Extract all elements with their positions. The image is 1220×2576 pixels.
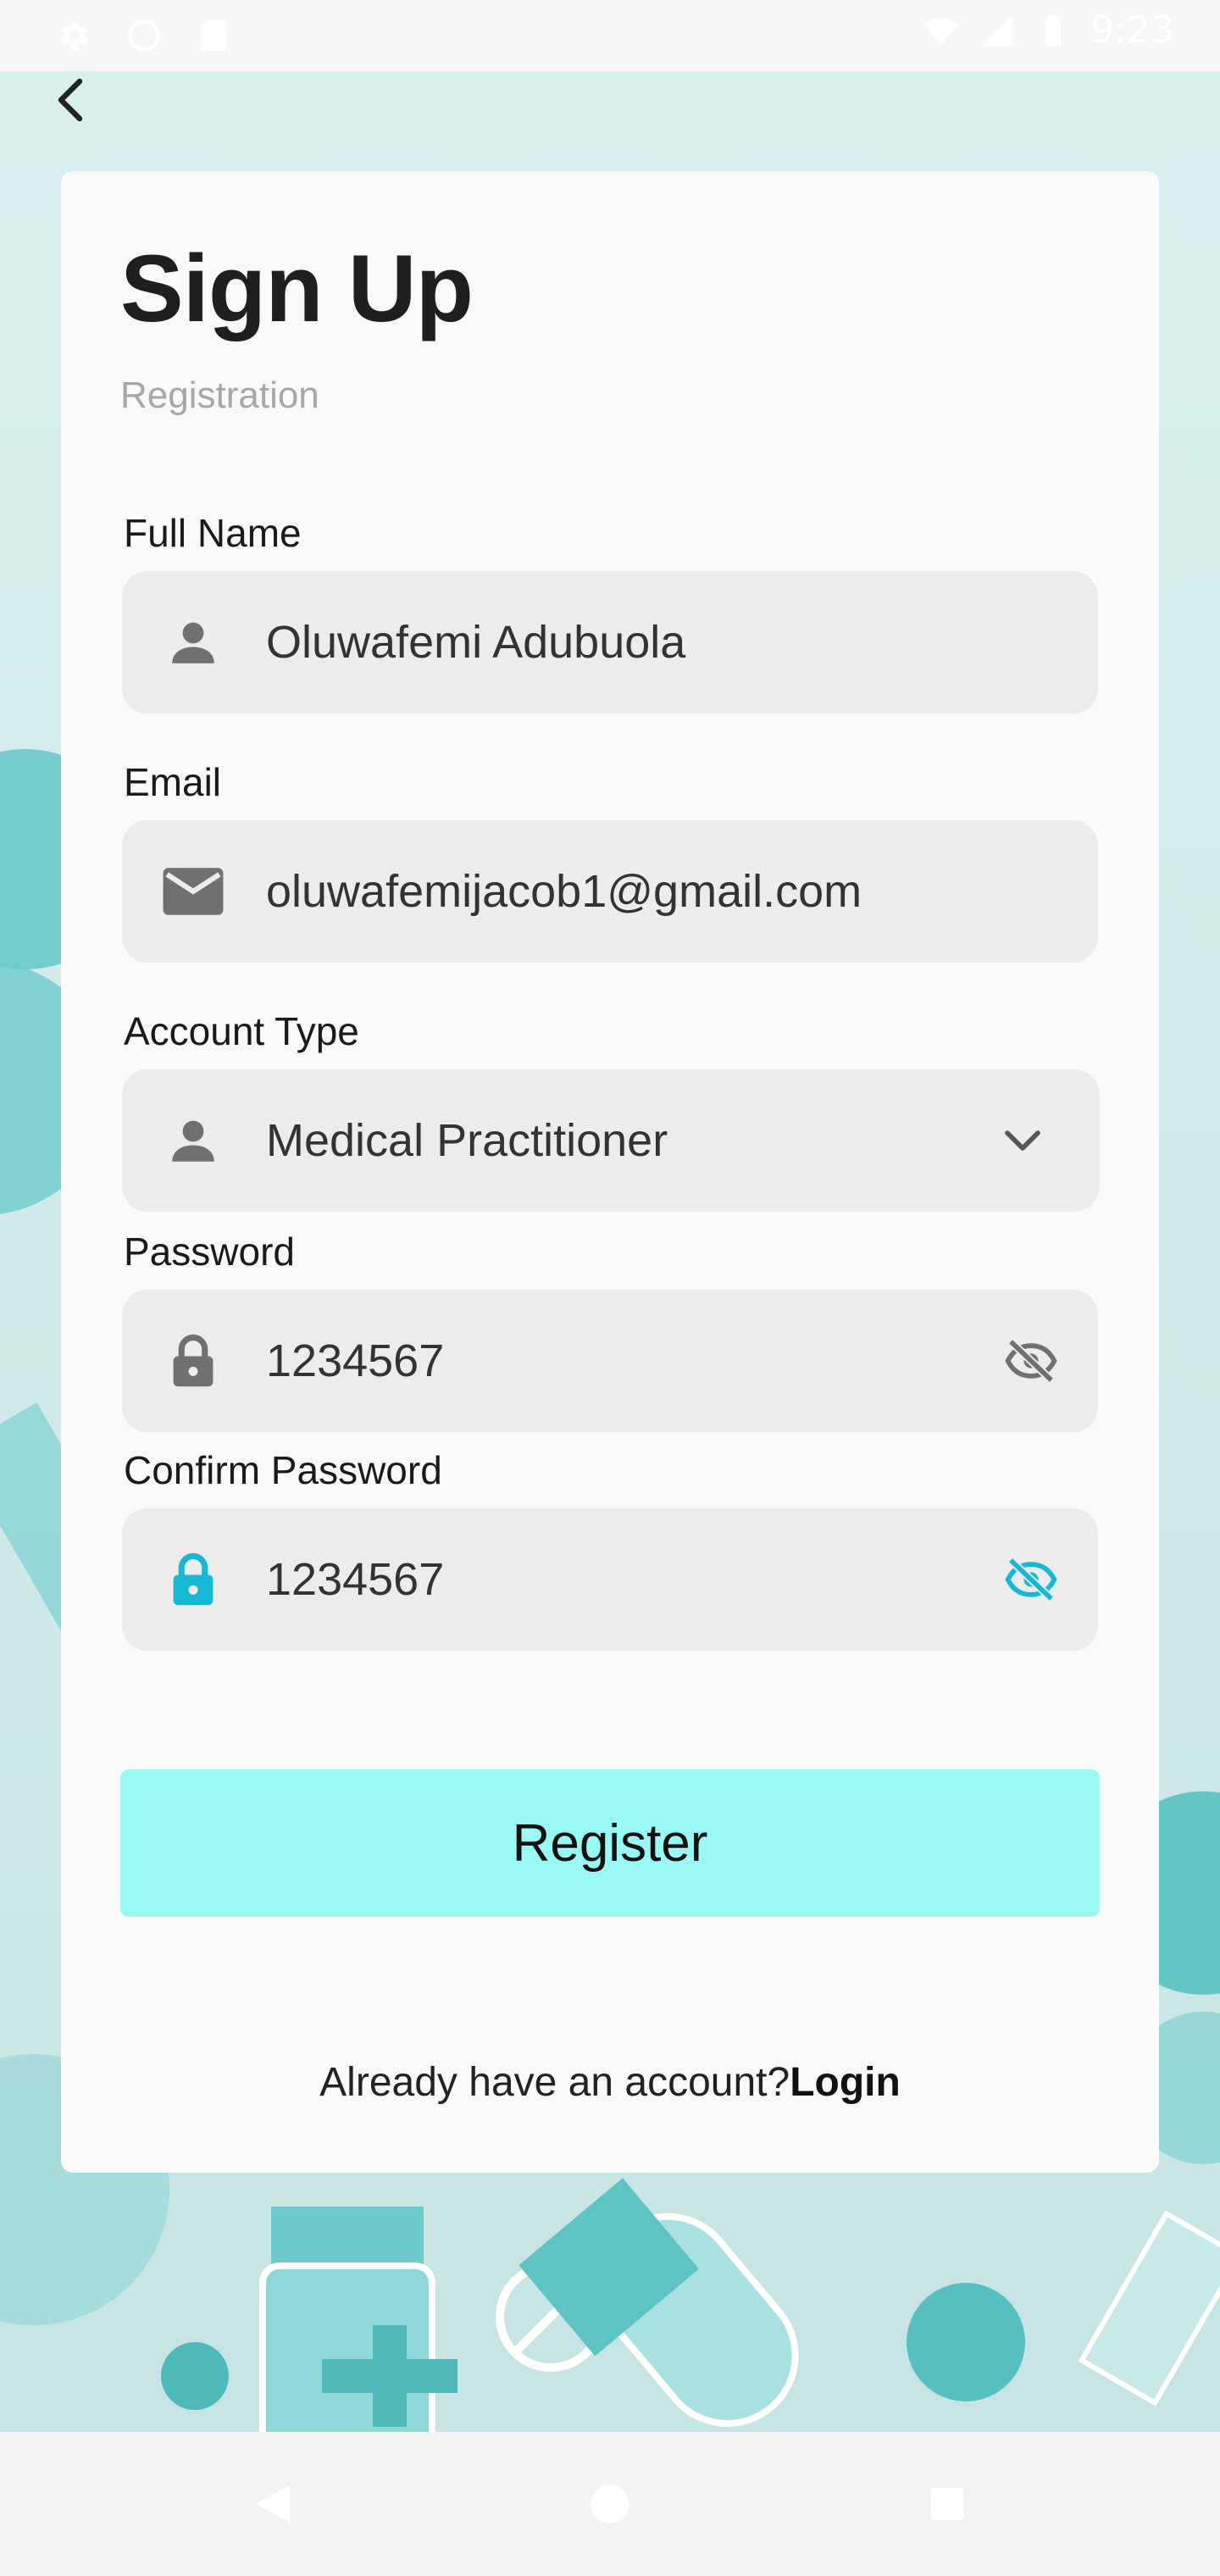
email-label: Email	[124, 760, 222, 804]
back-triangle-icon	[256, 2485, 290, 2523]
account-type-select[interactable]: Medical Practitioner	[122, 1069, 1100, 1212]
login-prompt-row: Already have an account?Login	[61, 2059, 1159, 2106]
full-name-label: Full Name	[124, 511, 302, 555]
status-bar: 9:23	[0, 0, 1220, 71]
full-name-value: Oluwafemi Adubuola	[266, 617, 686, 668]
confirm-password-field[interactable]: 1234567	[122, 1508, 1098, 1651]
recents-square-icon	[930, 2487, 964, 2521]
status-time: 9:23	[1090, 8, 1174, 52]
nav-back-button[interactable]	[247, 2479, 298, 2529]
page-title: Sign Up	[120, 236, 474, 341]
signal-icon	[981, 14, 1013, 46]
login-link[interactable]: Login	[790, 2060, 901, 2105]
account-type-label: Account Type	[124, 1009, 359, 1053]
circle-icon	[128, 19, 160, 52]
home-circle-icon	[591, 2484, 629, 2523]
page-subtitle: Registration	[120, 375, 319, 416]
system-nav-bar	[0, 2432, 1220, 2576]
mail-icon	[161, 859, 225, 924]
sd-card-icon	[201, 19, 226, 52]
password-label: Password	[124, 1230, 295, 1274]
register-button[interactable]: Register	[120, 1769, 1100, 1917]
password-value: 1234567	[266, 1335, 445, 1386]
settings-icon	[61, 21, 88, 50]
password-field[interactable]: 1234567	[122, 1290, 1098, 1432]
confirm-password-label: Confirm Password	[124, 1448, 442, 1492]
account-type-value: Medical Practitioner	[266, 1115, 668, 1166]
person-icon	[161, 610, 225, 675]
lock-icon	[161, 1547, 225, 1612]
nav-home-button[interactable]	[585, 2479, 635, 2529]
confirm-password-value: 1234567	[266, 1554, 445, 1605]
wifi-icon	[924, 17, 959, 44]
person-icon	[161, 1108, 225, 1173]
signup-card: Sign Up Registration Full Name Oluwafemi…	[61, 171, 1159, 2173]
back-button[interactable]	[46, 75, 97, 125]
lock-icon	[161, 1329, 225, 1393]
email-value: oluwafemijacob1@gmail.com	[266, 866, 862, 917]
eye-off-icon[interactable]	[1001, 1331, 1061, 1391]
battery-icon	[1045, 14, 1062, 46]
login-prompt-text: Already have an account?	[319, 2060, 790, 2105]
chevron-down-icon[interactable]	[993, 1111, 1052, 1170]
eye-off-icon[interactable]	[1001, 1550, 1061, 1609]
email-field[interactable]: oluwafemijacob1@gmail.com	[122, 820, 1098, 963]
nav-recents-button[interactable]	[922, 2479, 973, 2529]
full-name-field[interactable]: Oluwafemi Adubuola	[122, 571, 1098, 713]
chevron-left-icon	[58, 78, 83, 122]
